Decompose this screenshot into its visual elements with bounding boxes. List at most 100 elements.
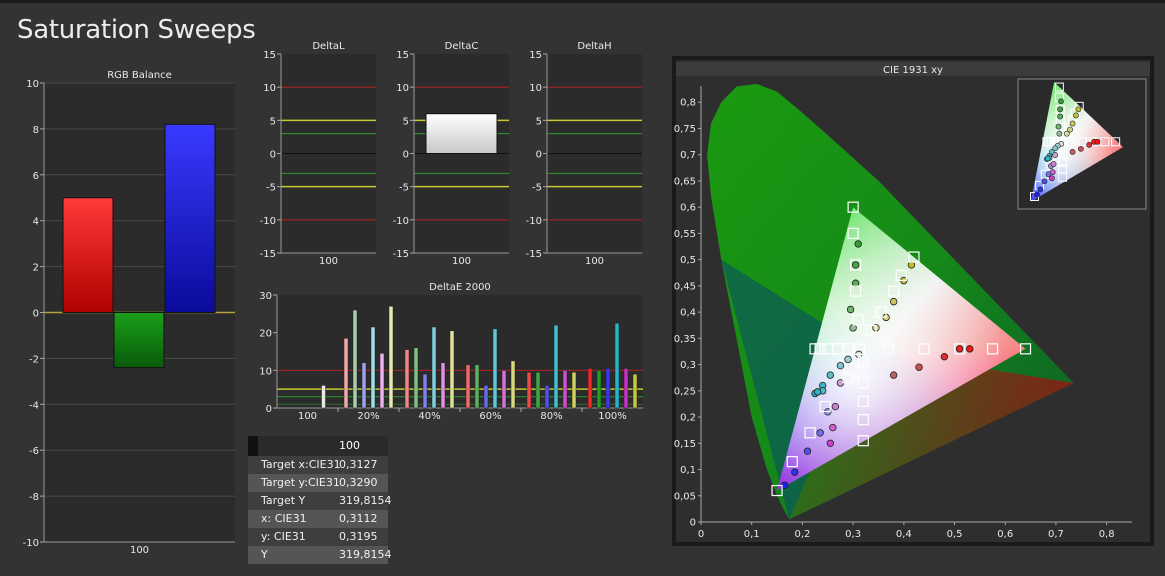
cie-xtick-label: 0,6 [997, 529, 1013, 540]
deltaE-bar [501, 370, 507, 409]
rgb-bar [113, 312, 165, 369]
rgb-ytick-label: 0 [33, 309, 39, 320]
cie-ytick-label: 0,4 [680, 308, 696, 319]
cie-inset-measured-point [1058, 98, 1064, 105]
cie-ytick-label: 0,1 [680, 465, 696, 476]
measurement-row: Target x:CIE31 0,3127 [248, 456, 388, 474]
deltaE-bar [352, 309, 358, 409]
row-label: Target Y [261, 494, 306, 507]
deltaH-ytick-label: -15 [526, 249, 542, 260]
cie-measured-point [816, 429, 824, 437]
cie-xtick-label: 0 [698, 529, 704, 540]
deltaC-ytick-label: -15 [393, 249, 409, 260]
deltaC-x-label: 100 [452, 256, 471, 267]
deltaL-ytick-label: 0 [270, 150, 276, 161]
row-value: 0,3195 [339, 530, 378, 543]
deltaE-bar [492, 328, 498, 409]
cie-measured-point [826, 371, 834, 379]
measurement-row: Target Y 319,8154 [248, 492, 392, 510]
cie-ytick-label: 0,65 [674, 176, 696, 187]
cie-measured-point [803, 447, 812, 455]
cie-inset-measured-point [1077, 145, 1084, 152]
deltaE-chart-title: DeltaE 2000 [429, 282, 491, 293]
deltaE-bar [465, 364, 471, 409]
rgb-ytick-label: -6 [29, 446, 39, 457]
cie-inset-measured-point [1050, 161, 1057, 167]
deltaE-ytick-label: 30 [259, 291, 272, 302]
cie-inset-measured-point [1073, 112, 1079, 119]
cie-chart-title: CIE 1931 xy [883, 65, 943, 76]
deltaE-x-label: 80% [540, 411, 562, 422]
cie-ytick-label: 0,55 [674, 229, 696, 240]
deltaE-bar [535, 371, 541, 409]
cie-xtick-label: 0,3 [845, 529, 861, 540]
cie-xtick-label: 0,5 [947, 529, 963, 540]
row-label: Target x:CIE31 [261, 458, 341, 471]
row-label: x: CIE31 [261, 512, 307, 525]
cie-xtick-label: 0,7 [1048, 529, 1064, 540]
deltaH-chart-title: DeltaH [577, 41, 611, 52]
cie-ytick-label: 0 [690, 518, 696, 529]
deltaC-ytick-label: 5 [403, 116, 409, 127]
rgb-x-label: 100 [130, 545, 149, 556]
deltaH-ytick-label: 5 [536, 116, 542, 127]
deltaE-bar [614, 323, 620, 409]
deltaE-x-label: 100 [298, 411, 317, 422]
rgb-bar [62, 197, 114, 313]
deltaL-x-label: 100 [319, 256, 338, 267]
deltaL-ytick-label: 5 [270, 116, 276, 127]
deltaE-bar [431, 326, 437, 409]
rgb-ytick-label: -2 [29, 354, 39, 365]
cie-xtick-label: 0,4 [896, 529, 912, 540]
row-value: 0,3127 [339, 458, 378, 471]
deltaH-ytick-label: 15 [529, 50, 542, 61]
cie-measured-point [940, 353, 949, 361]
cie-ytick-label: 0,5 [680, 255, 696, 266]
cie-measured-point [791, 468, 799, 476]
deltaE-x-label: 20% [357, 411, 379, 422]
rgb-ytick-label: 4 [33, 217, 39, 228]
row-value: 0,3112 [339, 512, 378, 525]
cie-measured-point [844, 355, 852, 364]
cie-inset-measured-point [1069, 120, 1076, 127]
cie-inset-measured-point [1067, 126, 1074, 133]
cie-measured-point [836, 361, 845, 370]
deltaE-x-label: 100% [598, 411, 627, 422]
deltaC-ytick-label: -5 [399, 183, 409, 194]
deltaC-ytick-label: -10 [393, 216, 409, 227]
deltaE-bar [388, 306, 394, 409]
deltaL-ytick-label: 15 [263, 50, 276, 61]
measurement-row: x: CIE31 0,3112 [248, 510, 388, 528]
cie-measured-point [846, 305, 855, 314]
cie-measured-point [889, 371, 898, 379]
measurement-column-label: 100 [339, 439, 360, 452]
charts-canvas: 1086420-2-4-6-8-10RGB Balance100151050-5… [23, 41, 1154, 556]
cie-measured-point [915, 363, 923, 371]
cie-ytick-label: 0,75 [674, 124, 696, 135]
deltaE-bar [605, 368, 611, 409]
cie-ytick-label: 0,6 [680, 203, 696, 214]
rgb-bar [164, 123, 216, 313]
measurement-row: Y 319,8154 [248, 546, 392, 564]
deltaE-bar [571, 371, 577, 409]
deltaE-bar [370, 326, 376, 409]
measurement-table: 100 Target x:CIE31 0,3127 Target y:CIE31 0… [248, 436, 392, 564]
deltaE-bar [449, 330, 455, 409]
rgb-ytick-label: 8 [33, 125, 39, 136]
row-value: 319,8154 [339, 548, 392, 561]
deltaE-bar [587, 368, 593, 409]
cie-inset-measured-point [1057, 106, 1064, 113]
deltaE-bar [404, 349, 410, 409]
deltaE-bar [553, 324, 559, 409]
cie-measured-point [829, 423, 837, 432]
deltaE-bar [361, 362, 367, 409]
rgb-chart-title: RGB Balance [107, 70, 172, 81]
cie-measured-point [955, 345, 964, 353]
cie-inset-measured-point [1094, 138, 1101, 145]
deltaE-ytick-label: 10 [259, 366, 272, 377]
row-label: Target y:CIE31 [261, 476, 340, 489]
cie-inset-measured-point [1052, 152, 1059, 158]
deltaE-bar [510, 360, 516, 409]
deltaL-ytick-label: 10 [263, 83, 276, 94]
cie-measured-point [889, 297, 898, 306]
